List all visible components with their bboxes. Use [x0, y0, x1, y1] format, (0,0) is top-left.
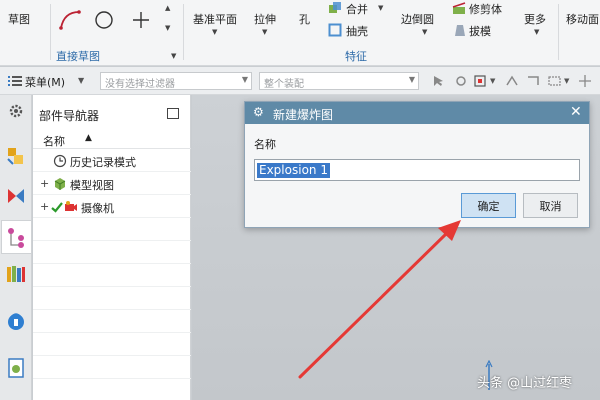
circle-icon[interactable]	[94, 10, 114, 30]
chevron-down-icon[interactable]: ▼	[78, 76, 84, 85]
selection-filter-dropdown[interactable]: 没有选择过滤器 ▼	[100, 72, 252, 90]
close-icon[interactable]: ✕	[570, 104, 582, 120]
trim-body-icon	[452, 2, 466, 14]
cancel-button[interactable]: 取消	[523, 193, 578, 218]
pan-tool-icon[interactable]	[578, 75, 592, 87]
draft-button[interactable]: 拔模	[469, 23, 491, 39]
constraint-navigator-icon[interactable]	[5, 185, 27, 207]
empty-row	[33, 334, 191, 356]
chevron-down-icon[interactable]: ▼	[262, 28, 267, 36]
select-tool-icon[interactable]	[432, 75, 446, 87]
clock-icon	[53, 154, 67, 168]
shell-icon	[328, 23, 342, 37]
chevron-up-icon[interactable]: ▲	[165, 4, 170, 12]
chevron-down-icon: ▼	[241, 75, 248, 84]
assembly-navigator-icon[interactable]	[5, 145, 27, 167]
gear-icon[interactable]	[8, 103, 24, 119]
assembly-scope-dropdown[interactable]: 整个装配 ▼	[259, 72, 419, 90]
hole-button[interactable]: 孔	[299, 11, 310, 27]
empty-row	[33, 219, 191, 241]
datum-plane-button[interactable]: 基准平面	[193, 11, 237, 27]
snap-tool-icon[interactable]	[454, 75, 468, 87]
ribbon: 草图 ▲ ▼ 直接草图 ▼ 基准平面 ▼ 拉伸 ▼ 孔 合并 ▼ 抽壳 特征 边…	[0, 0, 600, 66]
edge-blend-button[interactable]: 边倒圆	[401, 11, 434, 27]
face-select-icon[interactable]	[526, 75, 540, 87]
unite-icon	[329, 2, 341, 13]
chevron-down-icon[interactable]: ▼	[534, 28, 539, 36]
chevron-down-icon[interactable]: ▼	[378, 4, 383, 12]
assembly-scope-value: 整个装配	[264, 79, 304, 90]
sketch-button[interactable]: 草图	[8, 11, 30, 27]
gear-icon[interactable]: ⚙	[253, 105, 264, 119]
column-header[interactable]: 名称 ▲	[33, 129, 191, 149]
chevron-down-icon[interactable]: ▼	[564, 77, 569, 85]
dialog-title: 新建爆炸图	[273, 108, 334, 122]
chevron-down-icon[interactable]: ▼	[490, 77, 495, 85]
unite-button[interactable]: 合并	[346, 1, 368, 17]
selection-filter-value: 没有选择过滤器	[105, 79, 175, 90]
empty-row	[33, 288, 191, 310]
empty-row	[33, 311, 191, 333]
history-icon[interactable]	[5, 357, 27, 379]
tree-item-label: 历史记录模式	[70, 156, 136, 169]
name-input-value: Explosion 1	[257, 163, 330, 178]
maximize-icon[interactable]	[167, 108, 179, 119]
rectangle-select-icon[interactable]	[548, 75, 562, 87]
name-label: 名称	[254, 138, 276, 151]
menu-button[interactable]: 菜单(M)	[25, 74, 65, 90]
box-select-icon[interactable]	[474, 75, 488, 87]
checkmark-icon	[51, 202, 63, 213]
menu-icon	[8, 76, 22, 86]
top-border-bar: 菜单(M) ▼ 没有选择过滤器 ▼ 整个装配 ▼ ▼ ▼	[0, 67, 600, 95]
empty-row	[33, 357, 191, 379]
chevron-down-icon[interactable]: ▼	[165, 24, 170, 32]
sort-ascending-icon[interactable]: ▲	[85, 133, 92, 143]
camera-icon	[65, 201, 77, 211]
dialog-titlebar[interactable]: ⚙ 新建爆炸图 ✕	[245, 102, 589, 124]
tree-item-history-mode[interactable]: 历史记录模式	[33, 150, 191, 172]
move-face-button[interactable]: 移动面	[566, 11, 599, 27]
chevron-down-icon[interactable]: ▼	[422, 28, 427, 36]
column-name-header[interactable]: 名称	[43, 133, 65, 149]
resource-bar	[0, 95, 32, 400]
group-label-direct-sketch: 直接草图	[56, 50, 100, 63]
empty-row	[33, 242, 191, 264]
group-expand-icon[interactable]: ▼	[171, 52, 176, 60]
draft-icon	[455, 25, 465, 36]
arc-icon[interactable]	[58, 8, 82, 32]
tree-item-cameras[interactable]: + 摄像机	[33, 196, 191, 218]
tree-item-label: 摄像机	[81, 202, 114, 215]
part-navigator-panel: 部件导航器 名称 ▲ 历史记录模式 + 模型视图 + 摄像机	[33, 95, 191, 400]
expand-icon[interactable]: +	[40, 200, 49, 213]
point-icon[interactable]	[131, 10, 151, 30]
part-navigator-icon	[8, 228, 24, 248]
group-label-feature: 特征	[345, 50, 367, 63]
chevron-down-icon: ▼	[408, 75, 415, 84]
watermark-text: 头条 @山过红枣	[477, 376, 573, 391]
shell-button[interactable]: 抽壳	[346, 23, 368, 39]
model-views-icon	[54, 178, 66, 190]
ok-button[interactable]: 确定	[461, 193, 516, 218]
tree-item-label: 模型视图	[70, 179, 114, 192]
extrude-button[interactable]: 拉伸	[254, 11, 276, 27]
expand-icon[interactable]: +	[40, 177, 49, 190]
edge-select-icon[interactable]	[505, 75, 519, 87]
panel-title: 部件导航器	[39, 109, 100, 123]
web-browser-icon[interactable]	[5, 309, 27, 331]
trim-body-button[interactable]: 修剪体	[469, 1, 502, 17]
empty-row	[33, 265, 191, 287]
more-button[interactable]: 更多	[524, 11, 546, 27]
tree-item-model-views[interactable]: + 模型视图	[33, 173, 191, 195]
reuse-library-icon[interactable]	[5, 263, 27, 285]
chevron-down-icon[interactable]: ▼	[212, 28, 217, 36]
new-explosion-dialog: ⚙ 新建爆炸图 ✕ 名称 Explosion 1 确定 取消	[244, 101, 590, 228]
part-navigator-tab[interactable]	[1, 220, 31, 254]
